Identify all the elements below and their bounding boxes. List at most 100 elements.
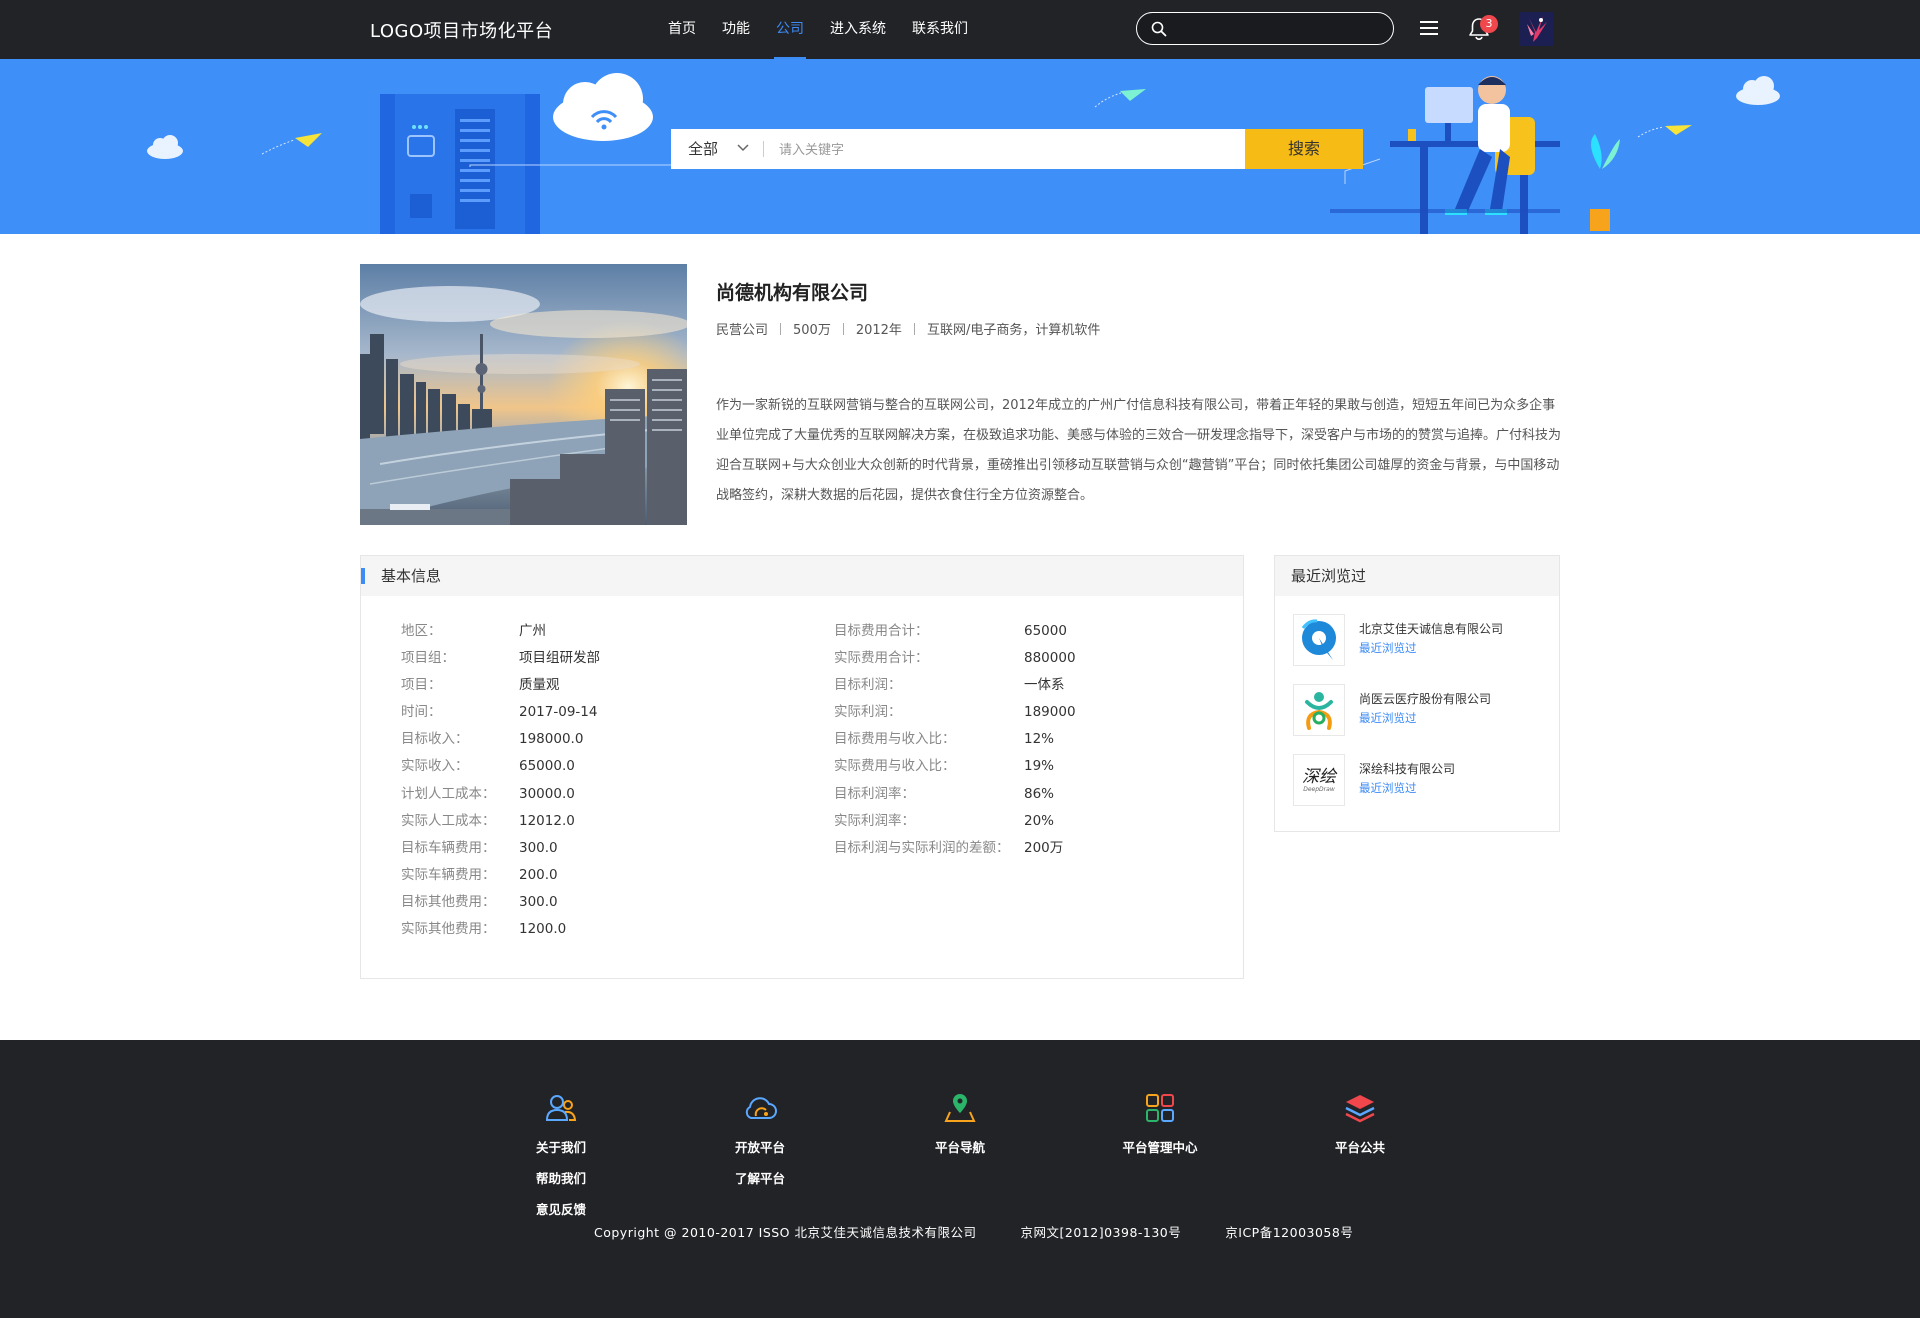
info-value: 2017-09-14 <box>519 704 598 721</box>
nav-company[interactable]: 公司 <box>763 0 817 59</box>
recent-company-name[interactable]: 尚医云医疗股份有限公司 <box>1359 690 1491 707</box>
recent-company-item[interactable]: 深绘 DeepDraw 深绘科技有限公司 最近浏览过 <box>1293 754 1553 806</box>
company-photo <box>360 264 687 525</box>
info-label: 实际车辆费用： <box>401 866 496 883</box>
info-row: 目标费用与收入比： 12% <box>834 726 1076 753</box>
company-logo <box>1293 614 1345 666</box>
info-label: 目标利润率： <box>834 785 915 802</box>
info-value: 200.0 <box>519 866 558 883</box>
notification-badge: 3 <box>1480 15 1498 33</box>
footer-link-platform-public[interactable]: 平台公共 <box>1290 1132 1430 1163</box>
info-row: 目标利润率： 86% <box>834 781 1076 808</box>
info-label: 目标收入： <box>401 731 469 748</box>
recent-viewed-link[interactable]: 最近浏览过 <box>1359 780 1417 796</box>
company-industry: 互联网/电子商务，计算机软件 <box>926 323 1101 338</box>
info-value: 30000.0 <box>519 785 575 802</box>
info-row: 实际利润： 189000 <box>834 699 1076 726</box>
info-row: 实际费用与收入比： 19% <box>834 753 1076 780</box>
nav-contact[interactable]: 联系我们 <box>899 0 981 59</box>
recent-company-item[interactable]: 北京艾佳天诚信息有限公司 最近浏览过 <box>1293 614 1553 666</box>
chevron-down-icon <box>737 144 749 152</box>
recently-viewed-panel: 最近浏览过 北京艾佳天诚信息有限公司 最近浏览过 尚医云医疗股份有限公司 最近浏… <box>1274 555 1560 832</box>
info-row: 目标费用合计： 65000 <box>834 618 1076 645</box>
recent-company-name[interactable]: 深绘科技有限公司 <box>1359 760 1455 777</box>
info-row: 时间： 2017-09-14 <box>401 699 600 726</box>
info-row: 项目组： 项目组研发部 <box>401 645 600 672</box>
info-value: 质量观 <box>519 677 560 694</box>
nav-enter-system[interactable]: 进入系统 <box>817 0 899 59</box>
info-row: 实际费用合计： 880000 <box>834 645 1076 672</box>
license-text: 京网文[2012]0398-130号 <box>1020 1225 1182 1240</box>
category-select[interactable]: 全部 <box>671 129 763 169</box>
info-label: 实际人工成本： <box>401 812 496 829</box>
grid-icon <box>1146 1094 1174 1122</box>
info-label: 项目： <box>401 677 442 694</box>
info-row: 目标收入： 198000.0 <box>401 726 600 753</box>
hero-banner: 全部 搜索 <box>0 59 1920 234</box>
keyword-search-input[interactable] <box>779 137 1249 161</box>
info-value: 200万 <box>1024 839 1064 856</box>
basic-info-header: 基本信息 <box>361 556 1243 596</box>
info-label: 目标利润： <box>834 677 902 694</box>
info-value: 20% <box>1024 812 1055 829</box>
info-label: 实际其他费用： <box>401 921 496 938</box>
info-label: 实际收入： <box>401 758 469 775</box>
info-value: 65000.0 <box>519 758 575 775</box>
footer-link-open-platform[interactable]: 开放平台 <box>690 1132 830 1163</box>
footer-column-public: 平台公共 <box>1290 1090 1430 1163</box>
header-search <box>1136 12 1394 45</box>
meta-divider <box>913 322 915 335</box>
info-value: 65000 <box>1024 623 1067 639</box>
info-row: 实际利润率： 20% <box>834 808 1076 835</box>
info-value: 880000 <box>1024 650 1076 667</box>
footer-link-help[interactable]: 帮助我们 <box>491 1163 631 1194</box>
basic-info-panel: 基本信息 地区： 广州 项目组： 项目组研发部 项目： 质量观 时间： 2017-09-… <box>360 555 1244 979</box>
info-label: 项目组： <box>401 650 455 667</box>
search-icon[interactable] <box>1151 21 1167 37</box>
recent-company-item[interactable]: 尚医云医疗股份有限公司 最近浏览过 <box>1293 684 1553 736</box>
section-accent-bar <box>361 568 365 584</box>
icp-license-text: 京ICP备12003058号 <box>1225 1225 1354 1240</box>
footer-column-about: 关于我们 帮助我们 意见反馈 <box>491 1090 631 1225</box>
footer-link-feedback[interactable]: 意见反馈 <box>491 1194 631 1225</box>
basic-info-right-column: 目标费用合计： 65000 实际费用合计： 880000 目标利润： 一体系 实际利润… <box>834 618 1076 862</box>
footer-link-learn-platform[interactable]: 了解平台 <box>690 1163 830 1194</box>
footer-link-about[interactable]: 关于我们 <box>491 1132 631 1163</box>
info-label: 地区： <box>401 623 442 639</box>
info-row: 实际车辆费用： 200.0 <box>401 862 600 889</box>
recent-viewed-link[interactable]: 最近浏览过 <box>1359 640 1417 656</box>
info-label: 目标车辆费用： <box>401 839 496 856</box>
site-footer: 关于我们 帮助我们 意见反馈 开放平台 了解平台 平台导航 平台管理中心 平台公… <box>0 1040 1920 1318</box>
search-button[interactable]: 搜索 <box>1245 129 1363 169</box>
site-logo[interactable]: LOGO项目市场化平台 <box>370 17 553 43</box>
basic-info-title: 基本信息 <box>381 567 442 585</box>
deepdraw-logo-text: 深绘 <box>1302 766 1336 787</box>
info-row: 目标车辆费用： 300.0 <box>401 835 600 862</box>
avatar[interactable] <box>1519 12 1553 46</box>
header-search-input[interactable] <box>1175 18 1385 40</box>
info-value: 12012.0 <box>519 812 575 829</box>
info-value: 86% <box>1024 785 1055 802</box>
menu-icon[interactable] <box>1420 19 1438 37</box>
info-value: 广州 <box>519 623 546 639</box>
top-navbar: LOGO项目市场化平台 首页 功能 公司 进入系统 联系我们 3 <box>0 0 1920 59</box>
footer-link-platform-nav[interactable]: 平台导航 <box>890 1132 1030 1163</box>
info-row: 地区： 广州 <box>401 618 600 645</box>
shangyiyun-logo-icon <box>1305 692 1333 730</box>
info-label: 实际费用与收入比： <box>834 758 956 775</box>
company-logo: 深绘 DeepDraw <box>1293 754 1345 806</box>
info-label: 时间： <box>401 704 442 721</box>
company-capital: 500万 <box>793 323 831 338</box>
nav-home[interactable]: 首页 <box>655 0 709 59</box>
recent-viewed-link[interactable]: 最近浏览过 <box>1359 710 1417 726</box>
company-founded: 2012年 <box>855 323 902 338</box>
recent-company-name[interactable]: 北京艾佳天诚信息有限公司 <box>1359 620 1503 637</box>
info-label: 计划人工成本： <box>401 785 496 802</box>
footer-link-management-center[interactable]: 平台管理中心 <box>1090 1132 1230 1163</box>
info-label: 目标其他费用： <box>401 893 496 910</box>
info-label: 实际利润： <box>834 704 902 721</box>
info-label: 目标费用合计： <box>834 623 929 639</box>
info-row: 目标其他费用： 300.0 <box>401 889 600 916</box>
footer-column-open: 开放平台 了解平台 <box>690 1090 830 1194</box>
nav-features[interactable]: 功能 <box>709 0 763 59</box>
